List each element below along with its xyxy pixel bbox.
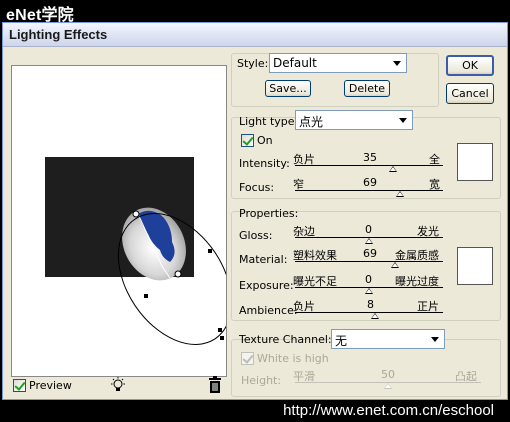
height-label: Height:	[241, 374, 282, 387]
preview-checkbox[interactable]	[13, 379, 26, 392]
light-type-select-value: 点光	[299, 115, 324, 129]
dialog-titlebar[interactable]: Lighting Effects	[3, 23, 507, 47]
gloss-value: 0	[365, 223, 372, 236]
chevron-down-icon	[393, 61, 401, 66]
ambience-value: 8	[367, 298, 374, 311]
chevron-down-icon	[399, 118, 407, 123]
preview-svg	[45, 157, 226, 345]
intensity-label: Intensity:	[239, 157, 290, 170]
intensity-slider-track[interactable]	[295, 165, 443, 166]
light-type-label: Light type:	[239, 115, 299, 128]
height-slider-thumb[interactable]	[384, 383, 392, 389]
height-value: 50	[381, 368, 395, 381]
delete-style-button[interactable]: Delete	[344, 80, 390, 97]
preview-label: Preview	[29, 379, 72, 392]
material-label: Material:	[239, 253, 288, 266]
texture-channel-value: 无	[335, 334, 348, 348]
light-handle-left[interactable]	[144, 294, 148, 298]
light-on-checkbox[interactable]	[241, 134, 254, 147]
gloss-label: Gloss:	[239, 229, 273, 242]
style-select-value: Default	[273, 56, 317, 70]
style-label: Style:	[237, 57, 269, 70]
ambience-slider-thumb[interactable]	[371, 313, 379, 319]
ambience-slider-track[interactable]	[295, 312, 443, 313]
ambience-label: Ambience:	[239, 304, 298, 317]
focus-slider-thumb[interactable]	[396, 191, 404, 197]
focus-value: 69	[363, 176, 377, 189]
footer-url: http://www.enet.com.cn/eschool	[283, 402, 494, 419]
focus-label: Focus:	[239, 181, 275, 194]
light-handle-right-top[interactable]	[208, 249, 212, 253]
lightbulb-icon[interactable]	[109, 376, 127, 394]
properties-color-swatch[interactable]	[457, 247, 493, 285]
properties-label: Properties:	[239, 207, 299, 220]
light-type-select[interactable]: 点光	[295, 110, 413, 130]
white-is-high-label: White is high	[257, 352, 329, 365]
exposure-slider-thumb[interactable]	[365, 288, 373, 294]
ok-button[interactable]: OK	[446, 55, 494, 76]
material-slider-thumb[interactable]	[391, 262, 399, 268]
light-on-label: On	[257, 134, 273, 147]
texture-channel-label: Texture Channel:	[239, 333, 332, 346]
style-select[interactable]: Default	[269, 53, 407, 73]
exposure-value: 0	[365, 273, 372, 286]
light-color-swatch[interactable]	[457, 143, 493, 181]
light-handle-right-bottom[interactable]	[218, 328, 222, 332]
focus-slider-track[interactable]	[295, 190, 443, 191]
trash-icon[interactable]	[207, 376, 223, 394]
top-banner: eNet学院	[0, 0, 510, 24]
save-style-button[interactable]: Save...	[265, 80, 311, 97]
lighting-effects-dialog: Lighting Effects Preview Style: Default …	[2, 22, 508, 400]
material-slider-track[interactable]	[295, 261, 443, 262]
bottom-banner: http://www.enet.com.cn/eschool	[0, 400, 510, 422]
light-handle-top[interactable]	[132, 210, 140, 218]
white-is-high-checkbox[interactable]	[241, 352, 254, 365]
dialog-title: Lighting Effects	[9, 27, 108, 42]
intensity-value: 35	[363, 151, 377, 164]
light-handle-inner[interactable]	[174, 270, 182, 278]
exposure-label: Exposure:	[239, 279, 294, 292]
gloss-slider-thumb[interactable]	[365, 238, 373, 244]
preview-canvas[interactable]	[11, 65, 227, 377]
cancel-button[interactable]: Cancel	[446, 83, 494, 104]
light-handle-bottom[interactable]	[220, 336, 224, 340]
chevron-down-icon	[431, 337, 439, 342]
intensity-slider-thumb[interactable]	[389, 166, 397, 172]
texture-channel-select[interactable]: 无	[331, 329, 445, 349]
material-value: 69	[363, 247, 377, 260]
